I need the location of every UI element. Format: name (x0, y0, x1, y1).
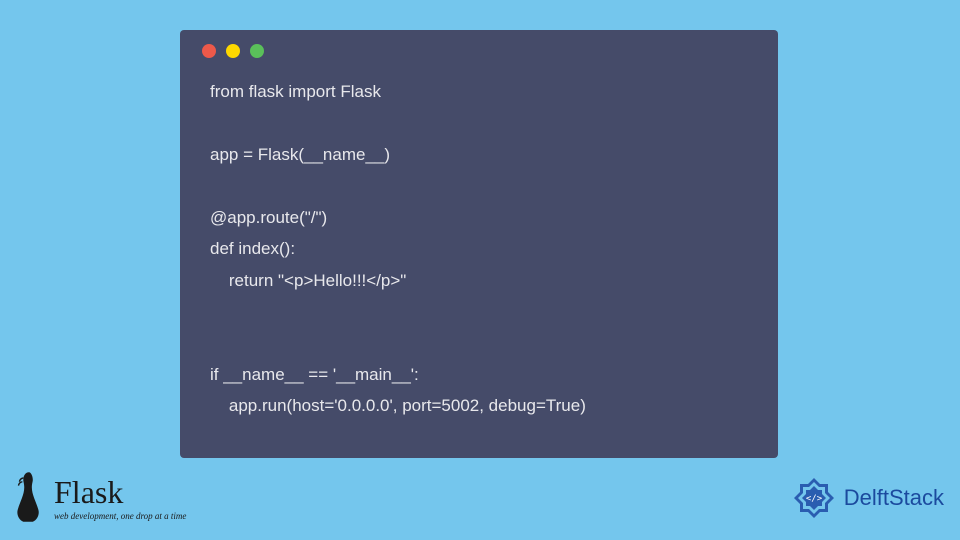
flask-subtitle: web development, one drop at a time (54, 511, 186, 521)
flask-text-block: Flask web development, one drop at a tim… (54, 474, 186, 521)
code-window: from flask import Flask app = Flask(__na… (180, 30, 778, 458)
flask-logo: Flask web development, one drop at a tim… (10, 468, 186, 526)
code-content: from flask import Flask app = Flask(__na… (180, 58, 778, 440)
window-controls (180, 30, 778, 58)
delftstack-badge-icon: </> (790, 474, 838, 522)
flask-horn-icon (10, 468, 48, 526)
close-dot-icon (202, 44, 216, 58)
flask-title: Flask (54, 474, 186, 511)
delftstack-logo: </> DelftStack (790, 474, 944, 522)
svg-text:</>: </> (806, 494, 823, 504)
maximize-dot-icon (250, 44, 264, 58)
delftstack-text: DelftStack (844, 485, 944, 511)
minimize-dot-icon (226, 44, 240, 58)
